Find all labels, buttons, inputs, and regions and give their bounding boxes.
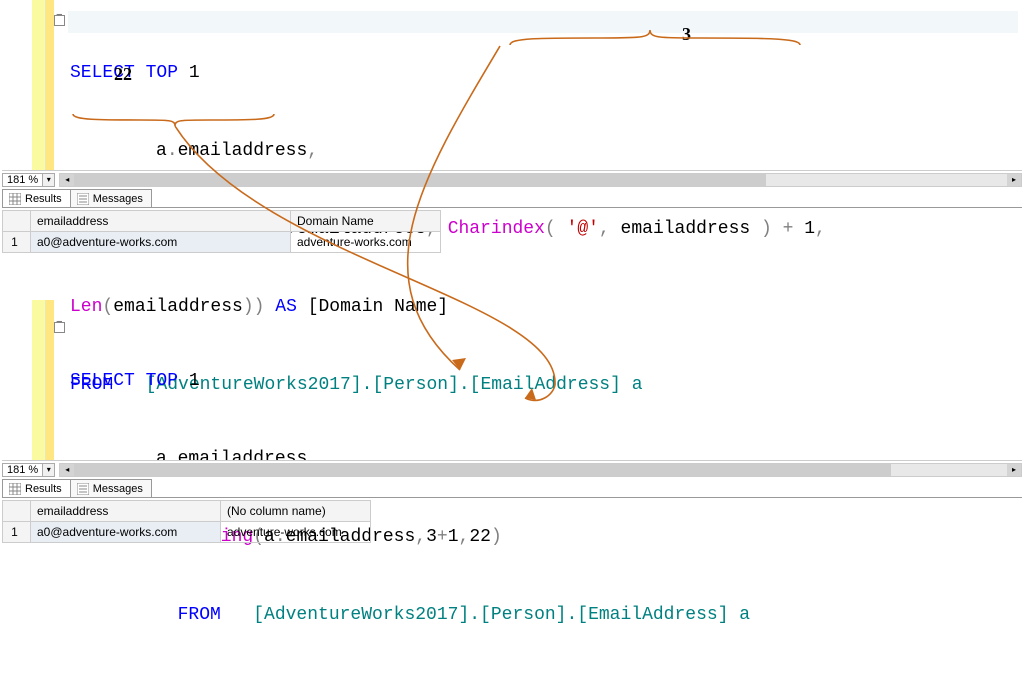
tab-messages[interactable]: Messages <box>70 189 152 207</box>
rownum-cell: 1 <box>3 232 31 253</box>
tab-results[interactable]: Results <box>2 479 71 497</box>
table-header-row: emailaddress Domain Name <box>3 211 441 232</box>
annotation-3: 3 <box>682 24 691 45</box>
zoom-level[interactable]: 181 % <box>2 463 43 477</box>
table-row[interactable]: 1 a0@adventure-works.com adventure-works… <box>3 522 371 543</box>
grid-icon <box>9 483 21 495</box>
cell[interactable]: a0@adventure-works.com <box>31 232 291 253</box>
tab-results-label: Results <box>25 193 62 205</box>
code-line: a.emailaddress, <box>56 138 1020 164</box>
tab-messages-label: Messages <box>93 193 143 205</box>
zoom-dropdown-icon[interactable]: ▾ <box>43 173 55 187</box>
zoom-level[interactable]: 181 % <box>2 173 43 187</box>
scroll-right-icon[interactable]: ▸ <box>1007 174 1021 186</box>
tab-messages-label: Messages <box>93 483 143 495</box>
tab-results-label: Results <box>25 483 62 495</box>
editor-gutter <box>32 300 46 470</box>
zoom-scroll-row: 181 % ▾ ◂ ▸ <box>2 170 1022 188</box>
cell[interactable]: a0@adventure-works.com <box>31 522 221 543</box>
table-header-row: emailaddress (No column name) <box>3 501 371 522</box>
editor-change-marker <box>46 300 54 470</box>
scroll-left-icon[interactable]: ◂ <box>60 174 74 186</box>
rownum-cell: 1 <box>3 522 31 543</box>
cell[interactable]: adventure-works.com <box>291 232 441 253</box>
col-header[interactable]: Domain Name <box>291 211 441 232</box>
col-header[interactable]: emailaddress <box>31 501 221 522</box>
cell[interactable]: adventure-works.com <box>221 522 371 543</box>
results-tabs: Results Messages <box>2 478 1022 498</box>
sql-editor[interactable]: SELECT TOP 1 a.emailaddress, Substring(a… <box>56 316 1020 680</box>
scroll-right-icon[interactable]: ▸ <box>1007 464 1021 476</box>
zoom-scroll-row: 181 % ▾ ◂ ▸ <box>2 460 1022 478</box>
list-icon <box>77 483 89 495</box>
results-grid[interactable]: emailaddress Domain Name 1 a0@adventure-… <box>2 210 1022 253</box>
results-grid[interactable]: emailaddress (No column name) 1 a0@adven… <box>2 500 1022 543</box>
hscrollbar[interactable]: ◂ ▸ <box>59 173 1022 187</box>
col-header[interactable]: (No column name) <box>221 501 371 522</box>
scroll-thumb[interactable] <box>74 464 891 476</box>
code-line: SELECT TOP 1 <box>56 368 1020 394</box>
rownum-header <box>3 211 31 232</box>
list-icon <box>77 193 89 205</box>
code-line: SELECT TOP 1 <box>56 60 1020 86</box>
results-tabs: Results Messages <box>2 188 1022 208</box>
col-header[interactable]: emailaddress <box>31 211 291 232</box>
editor-change-marker <box>46 0 54 170</box>
rownum-header <box>3 501 31 522</box>
table-row[interactable]: 1 a0@adventure-works.com adventure-works… <box>3 232 441 253</box>
annotation-22: 22 <box>114 64 132 85</box>
editor-gutter <box>32 0 46 170</box>
grid-icon <box>9 193 21 205</box>
tab-results[interactable]: Results <box>2 189 71 207</box>
scroll-thumb[interactable] <box>74 174 766 186</box>
zoom-dropdown-icon[interactable]: ▾ <box>43 463 55 477</box>
scroll-left-icon[interactable]: ◂ <box>60 464 74 476</box>
hscrollbar[interactable]: ◂ ▸ <box>59 463 1022 477</box>
tab-messages[interactable]: Messages <box>70 479 152 497</box>
code-line: FROM [AdventureWorks2017].[Person].[Emai… <box>56 602 1020 628</box>
